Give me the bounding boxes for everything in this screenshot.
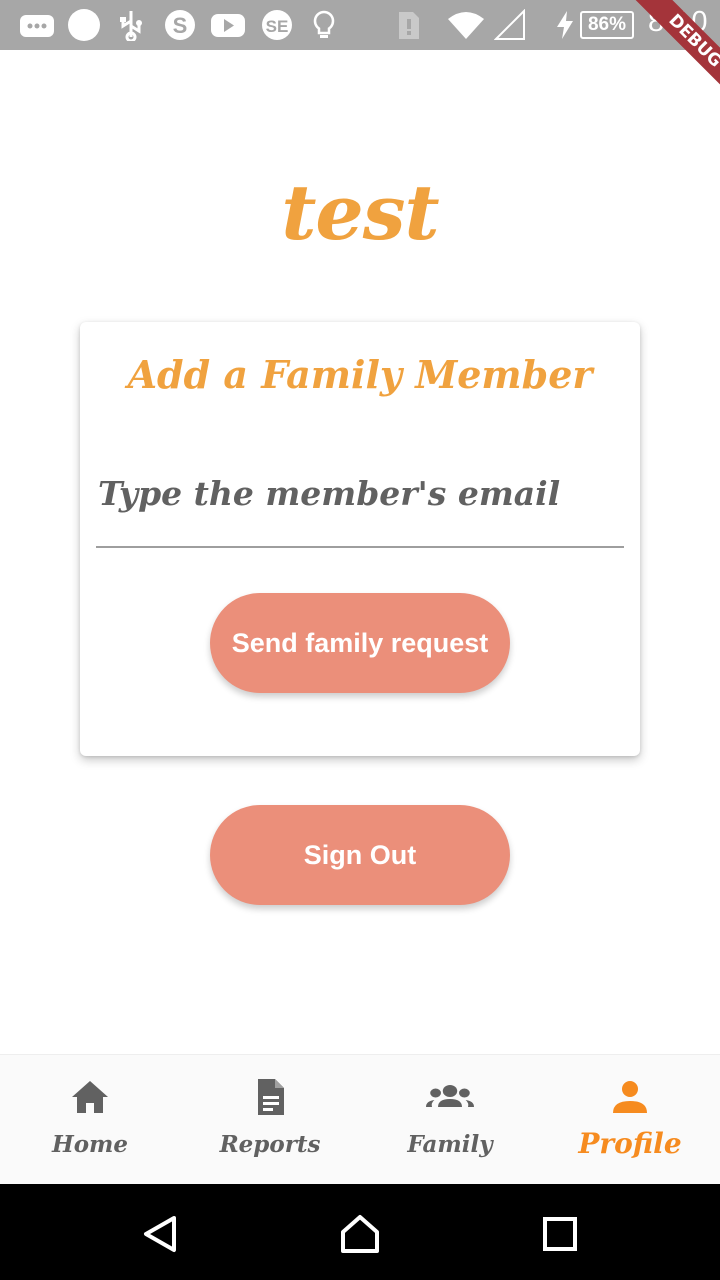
people-icon bbox=[426, 1085, 474, 1107]
nav-item-family[interactable]: Family bbox=[360, 1055, 540, 1185]
system-navigation-bar bbox=[0, 1184, 720, 1280]
stack-exchange-icon: SE bbox=[262, 10, 292, 40]
lightbulb-icon bbox=[313, 10, 335, 38]
nav-item-home[interactable]: Home bbox=[0, 1055, 180, 1185]
nav-label-family: Family bbox=[407, 1131, 493, 1158]
nav-label-home: Home bbox=[51, 1131, 129, 1158]
send-family-request-button[interactable]: Send family request bbox=[210, 593, 510, 693]
wifi-icon bbox=[448, 12, 484, 39]
back-icon[interactable] bbox=[140, 1214, 180, 1254]
home-icon bbox=[72, 1081, 108, 1113]
member-email-field[interactable] bbox=[96, 440, 624, 548]
nav-item-profile[interactable]: Profile bbox=[540, 1055, 720, 1185]
bottom-navigation: Home Reports Family Profile bbox=[0, 1054, 720, 1184]
battery-icon: 86% bbox=[580, 11, 634, 39]
battery-level: 86% bbox=[587, 14, 627, 35]
signal-icon bbox=[494, 9, 525, 40]
svg-text:S: S bbox=[173, 13, 188, 38]
document-icon bbox=[258, 1079, 284, 1115]
messages-icon bbox=[20, 15, 54, 37]
status-bar: S SE 86% 8:10 bbox=[0, 0, 720, 50]
skype-icon: S bbox=[165, 10, 195, 40]
nav-label-profile: Profile bbox=[578, 1127, 682, 1160]
sign-out-button[interactable]: Sign Out bbox=[210, 805, 510, 905]
sim-icon bbox=[399, 12, 419, 39]
circle-icon bbox=[68, 9, 100, 41]
svg-text:SE: SE bbox=[266, 17, 289, 36]
usb-icon bbox=[120, 11, 142, 41]
add-family-member-card: Add a Family Member Send family request bbox=[80, 322, 640, 756]
recents-icon[interactable] bbox=[540, 1214, 580, 1254]
person-icon bbox=[613, 1081, 647, 1113]
card-title: Add a Family Member bbox=[127, 352, 593, 397]
nav-item-reports[interactable]: Reports bbox=[180, 1055, 360, 1185]
youtube-icon bbox=[211, 14, 245, 37]
charging-icon bbox=[557, 11, 573, 39]
nav-label-reports: Reports bbox=[219, 1131, 321, 1158]
page-title: test bbox=[281, 168, 439, 257]
home-button-icon[interactable] bbox=[340, 1214, 380, 1254]
